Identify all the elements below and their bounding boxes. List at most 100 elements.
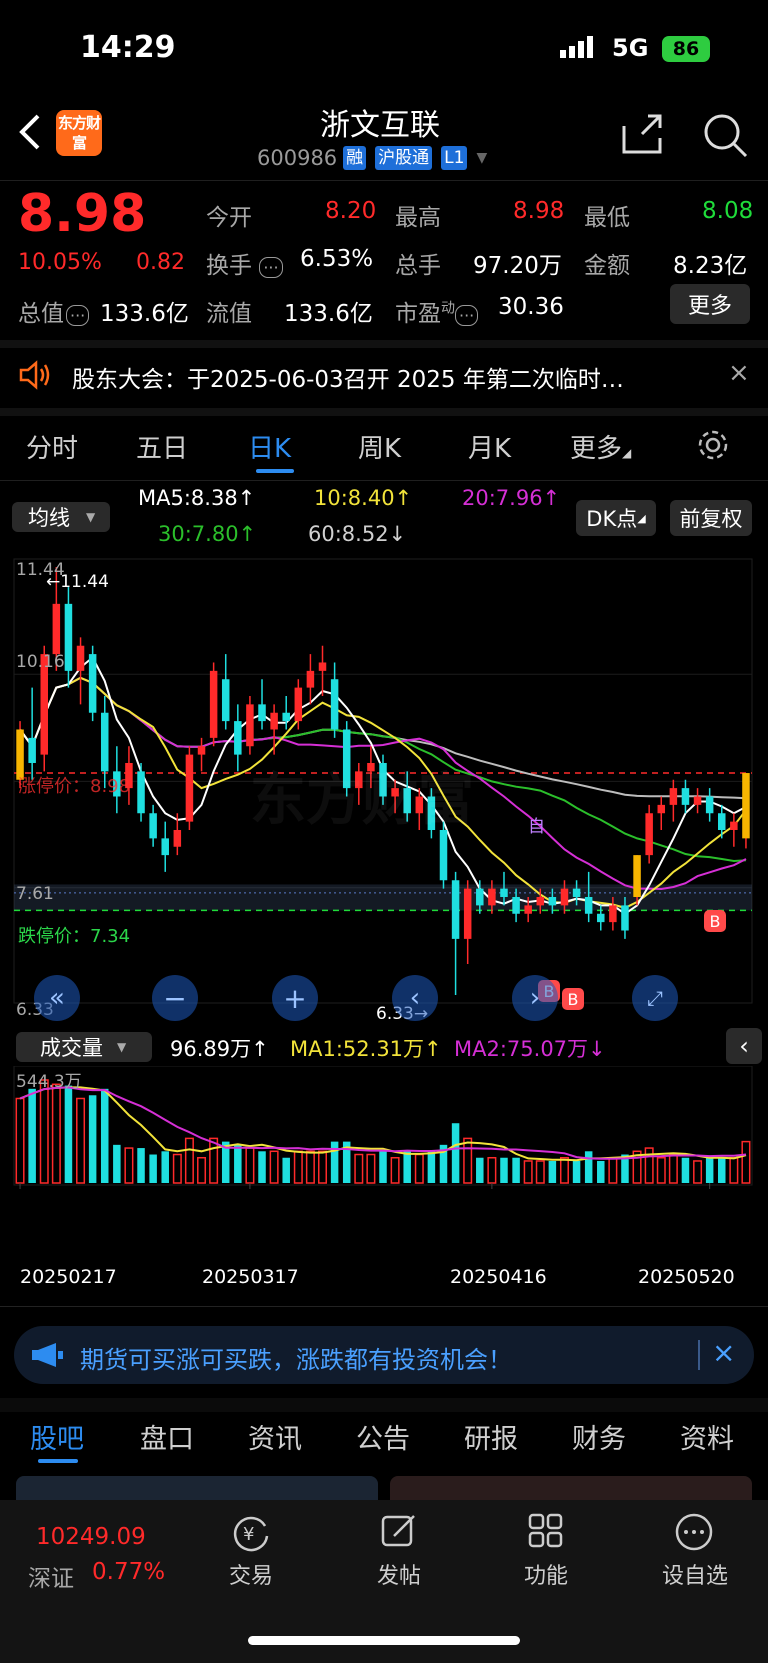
tab-intraday[interactable]: 分时 (26, 428, 78, 465)
index-value[interactable]: 10249.09 (36, 1524, 146, 1550)
tab-financials[interactable]: 财务 (572, 1417, 626, 1456)
volume-bar (15, 1097, 25, 1184)
candle-body (209, 670, 218, 738)
candle-body (88, 654, 97, 713)
index-pct[interactable]: 0.77% (92, 1559, 165, 1585)
date-label: 20250317 (202, 1266, 299, 1288)
index-name[interactable]: 深证 (28, 1559, 74, 1593)
tab-month-k[interactable]: 月K (468, 428, 511, 465)
volume-bar (427, 1151, 436, 1183)
candle-body (306, 670, 315, 688)
volume-label: 总手 (395, 253, 441, 279)
trade-icon[interactable]: ¥ (231, 1512, 271, 1556)
scroll-left-icon[interactable]: ‹ (392, 975, 438, 1021)
candle-body (149, 813, 157, 839)
volume-bar (463, 1137, 473, 1184)
volume-value: 97.20万 (473, 253, 562, 279)
banner-text[interactable]: 期货可买涨可买跌，涨跌都有投资机会！ (80, 1340, 512, 1375)
candle-body (463, 888, 472, 939)
share-icon[interactable] (620, 112, 664, 160)
mcap-label: 总值 ··· (18, 294, 90, 328)
volume-bar (137, 1148, 145, 1183)
post-icon[interactable] (380, 1512, 418, 1554)
ma20-value: 20:7.96↑ (462, 486, 561, 510)
bottom-tab-indicator (38, 1459, 78, 1463)
volume-bar (197, 1156, 207, 1184)
tab-announcements[interactable]: 公告 (356, 1417, 410, 1456)
volume-selector[interactable]: 成交量 ▼ (16, 1032, 152, 1062)
dropdown-icon[interactable]: ▼ (476, 150, 487, 166)
tab-order-book[interactable]: 盘口 (140, 1417, 194, 1456)
tag-connect: 沪股通 (375, 146, 433, 170)
signal-icon (560, 36, 600, 62)
candle-body (197, 746, 206, 755)
zoom-out-icon[interactable]: − (152, 975, 198, 1021)
tab-day-k[interactable]: 日K (248, 428, 291, 465)
dk-point-button[interactable]: DK点 ◢ (576, 500, 656, 536)
tab-active-indicator (256, 469, 294, 473)
candle-body (476, 888, 484, 906)
candle-body (270, 712, 278, 730)
search-icon[interactable] (702, 112, 748, 162)
turnover-value: 6.53% (300, 246, 374, 272)
tab-research[interactable]: 研报 (464, 1417, 518, 1456)
nav-trade[interactable]: 交易 (196, 1558, 306, 1590)
volume-bar (354, 1153, 364, 1184)
tab-week-k[interactable]: 周K (358, 428, 401, 465)
nav-function[interactable]: 功能 (491, 1558, 601, 1590)
candle-body (234, 721, 242, 755)
ma-selector[interactable]: 均线 ▼ (12, 502, 110, 532)
nav-watchlist[interactable]: 设自选 (640, 1558, 750, 1590)
network-type: 5G (612, 34, 649, 62)
nav-post[interactable]: 发帖 (344, 1558, 454, 1590)
scroll-right-icon[interactable]: › (512, 975, 558, 1021)
volume-bar (548, 1160, 557, 1183)
tab-forum[interactable]: 股吧 (30, 1417, 84, 1456)
volume-bar (209, 1137, 219, 1184)
more-button[interactable]: 更多 (670, 284, 750, 324)
tab-five-day[interactable]: 五日 (136, 428, 188, 465)
function-grid-icon[interactable] (527, 1512, 565, 1554)
candle-body (681, 788, 690, 805)
volume-bar (512, 1157, 520, 1183)
adjust-button[interactable]: 前复权 (670, 500, 752, 536)
candle-body (718, 813, 726, 830)
tab-news[interactable]: 资讯 (248, 1417, 302, 1456)
volume-ma1: MA1:52.31万↑ (290, 1037, 442, 1061)
battery-icon: 86 (662, 36, 710, 62)
volume-chart[interactable] (0, 1066, 768, 1256)
tab-more[interactable]: 更多◢ (570, 428, 631, 465)
add-watchlist-icon[interactable] (674, 1512, 714, 1556)
volume-bar (656, 1156, 666, 1184)
home-indicator (248, 1636, 520, 1645)
candle-body (742, 773, 750, 839)
kline-max-label: ←11.44 (46, 572, 109, 592)
fullscreen-icon[interactable]: ⤢ (632, 975, 678, 1021)
volume-bar (608, 1156, 618, 1184)
volume-bar (330, 1141, 339, 1183)
volume-bar (76, 1097, 86, 1184)
candle-body (282, 712, 290, 722)
candle-body (161, 838, 169, 856)
volume-bar (234, 1144, 242, 1183)
change-pct: 10.05% (18, 250, 102, 275)
settings-gear-icon[interactable] (696, 428, 730, 466)
volume-bar (741, 1140, 751, 1184)
zoom-in-icon[interactable]: + (272, 975, 318, 1021)
date-label: 20250416 (450, 1266, 547, 1288)
notice-text[interactable]: 股东大会：于2025-06-03召开 2025 年第二次临时… (72, 360, 624, 394)
candle-body (730, 821, 738, 830)
banner-close-icon[interactable]: × (712, 1336, 735, 1369)
float-value: 133.6亿 (284, 301, 373, 327)
candle-body (597, 913, 605, 923)
tag-margin: 融 (343, 146, 367, 170)
tab-profile[interactable]: 资料 (680, 1417, 734, 1456)
volume-bar (523, 1160, 533, 1184)
back-icon[interactable] (18, 112, 42, 156)
volume-ma-line (19, 1086, 747, 1162)
candle-body (524, 905, 532, 914)
buy-mark: B (704, 910, 726, 932)
rewind-icon[interactable]: « (34, 975, 80, 1021)
collapse-panel-icon[interactable]: ‹ (726, 1028, 762, 1064)
notice-close-icon[interactable]: × (728, 358, 750, 388)
